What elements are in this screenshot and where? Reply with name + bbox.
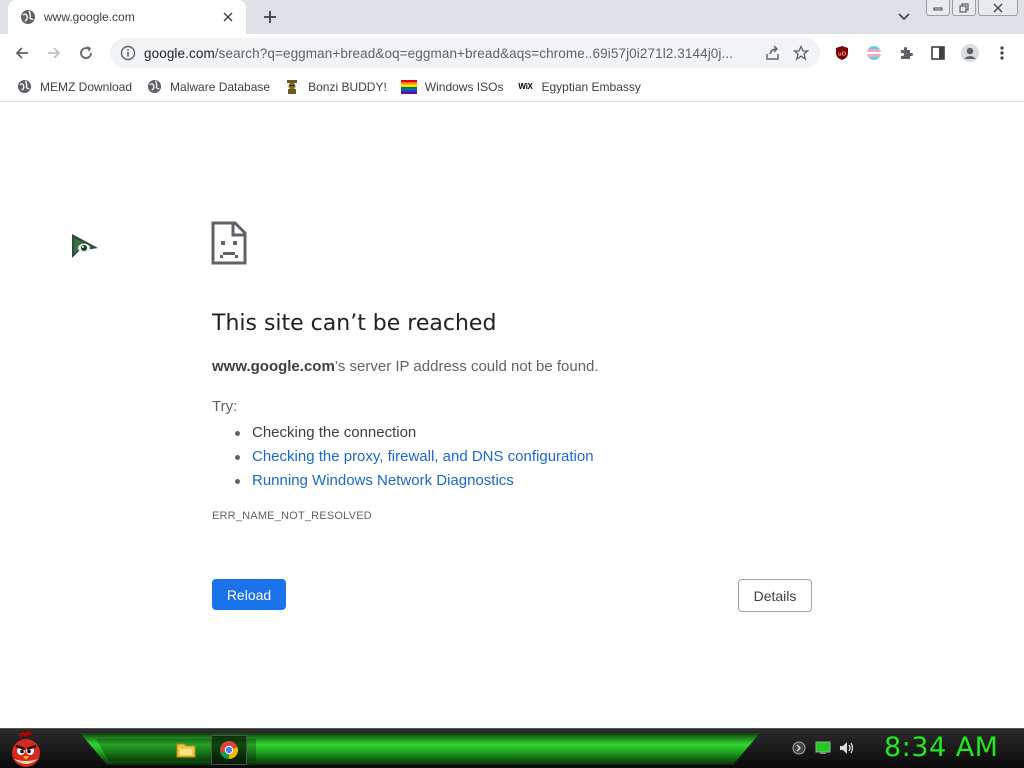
taskbar: 8:34 AM — [0, 728, 1024, 768]
url-path: /search?q=eggman+bread&oq=eggman+bread&a… — [214, 45, 734, 61]
network-monitor-icon[interactable] — [814, 739, 832, 757]
ublock-origin-icon[interactable]: uO — [828, 39, 856, 67]
chrome-icon — [220, 741, 239, 760]
restore-button[interactable] — [952, 0, 976, 16]
suggestion-network-diagnostics-link[interactable]: Running Windows Network Diagnostics — [235, 469, 594, 493]
side-panel-icon[interactable] — [924, 39, 952, 67]
tab-search-button[interactable] — [893, 8, 915, 26]
trans-flag-extension-icon[interactable] — [860, 39, 888, 67]
rainbow-flag-icon — [400, 79, 417, 95]
try-label: Try: — [212, 398, 238, 415]
address-bar[interactable]: google.com/search?q=eggman+bread&oq=eggm… — [110, 38, 820, 68]
volume-icon[interactable] — [838, 739, 856, 757]
minimize-button[interactable] — [926, 0, 950, 16]
file-explorer-taskbar-button[interactable] — [168, 735, 204, 765]
bookmark-label: MEMZ Download — [40, 79, 133, 94]
bookmark-label: Bonzi BUDDY! — [308, 79, 387, 94]
browser-tab[interactable]: www.google.com — [8, 0, 246, 34]
url-text[interactable]: google.com/search?q=eggman+bread&oq=eggm… — [144, 46, 762, 61]
info-icon[interactable] — [120, 45, 136, 61]
sad-document-icon — [211, 221, 247, 265]
error-desc-suffix: ’s server IP address could not be found. — [334, 358, 599, 375]
error-code: ERR_NAME_NOT_RESOLVED — [212, 510, 372, 522]
suggestion-check-connection: Checking the connection — [235, 421, 594, 445]
bookmark-egyptian-embassy[interactable]: WiX Egyptian Embassy — [513, 74, 646, 100]
suggestions-list: Checking the connection Checking the pro… — [235, 421, 594, 493]
bonzi-icon — [284, 79, 300, 95]
eye-cursor-icon — [72, 234, 98, 258]
bookmark-bonzi-buddy[interactable]: Bonzi BUDDY! — [280, 74, 393, 100]
bookmark-malware-database[interactable]: Malware Database — [142, 74, 276, 100]
window-controls — [926, 0, 1018, 16]
svg-text:uO: uO — [838, 52, 846, 58]
back-button[interactable] — [8, 39, 36, 67]
close-tab-icon[interactable] — [218, 7, 238, 27]
taskbar-clock[interactable]: 8:34 AM — [884, 732, 998, 763]
reload-icon-button[interactable] — [72, 39, 100, 67]
forward-button[interactable] — [40, 39, 68, 67]
wix-icon: WiX — [518, 82, 533, 91]
bookmark-label: Egyptian Embassy — [541, 79, 641, 94]
tab-title: www.google.com — [44, 10, 135, 24]
error-title: This site can’t be reached — [212, 311, 497, 336]
suggestion-check-proxy-link[interactable]: Checking the proxy, firewall, and DNS co… — [235, 445, 594, 469]
input-method-icon[interactable] — [790, 739, 808, 757]
share-icon[interactable] — [762, 42, 784, 64]
bookmark-memz-download[interactable]: MEMZ Download — [12, 74, 138, 100]
error-page: This site can’t be reached www.google.co… — [0, 103, 1024, 728]
url-host: google.com — [144, 45, 215, 61]
folder-icon — [176, 743, 196, 758]
new-tab-button[interactable] — [258, 6, 282, 28]
bookmarks-bar: MEMZ Download Malware Database Bonzi BUD… — [0, 72, 1024, 102]
bookmark-windows-isos[interactable]: Windows ISOs — [397, 74, 510, 100]
browser-toolbar: google.com/search?q=eggman+bread&oq=eggm… — [0, 34, 1024, 72]
error-host: www.google.com — [212, 358, 335, 375]
bookmark-label: Malware Database — [170, 79, 271, 94]
tab-strip: www.google.com — [0, 0, 1024, 34]
globe-icon — [146, 79, 162, 95]
menu-kebab-icon[interactable] — [988, 39, 1016, 67]
bookmark-star-icon[interactable] — [790, 42, 812, 64]
details-button[interactable]: Details — [738, 579, 812, 612]
profile-avatar-icon[interactable] — [956, 39, 984, 67]
puzzle-extensions-icon[interactable] — [892, 39, 920, 67]
error-description: www.google.com’s server IP address could… — [212, 358, 599, 375]
close-window-button[interactable] — [978, 0, 1018, 16]
angry-bird-start-button[interactable] — [6, 729, 46, 768]
chrome-taskbar-button[interactable] — [211, 735, 247, 765]
bookmark-label: Windows ISOs — [424, 79, 504, 94]
globe-icon — [20, 9, 36, 25]
system-tray — [790, 739, 856, 757]
reload-button[interactable]: Reload — [212, 579, 286, 610]
globe-icon — [16, 79, 32, 95]
